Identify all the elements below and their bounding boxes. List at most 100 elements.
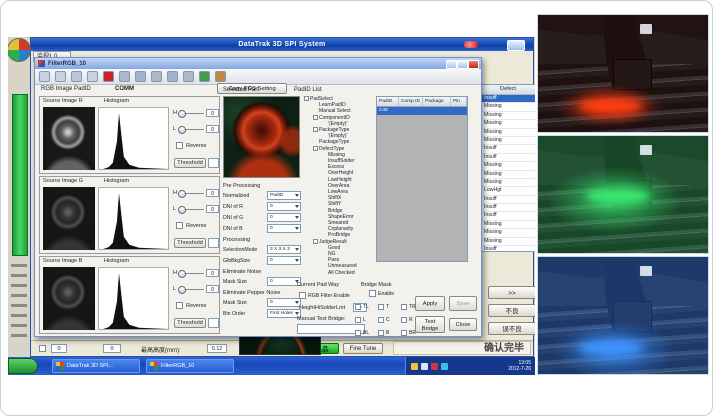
taskbar-item-2[interactable]: FilterRGB_10 [146, 359, 234, 373]
status-field-1[interactable]: 0 [51, 344, 67, 353]
column-header[interactable]: Comp ID [399, 97, 423, 106]
reverse-checkbox[interactable] [176, 302, 183, 309]
apply-button[interactable]: Apply [415, 296, 445, 311]
tree-expander-icon[interactable] [322, 195, 327, 200]
save-icon[interactable] [71, 71, 82, 82]
h-slider-thumb[interactable] [178, 270, 186, 278]
setting-dropdown[interactable]: First Holes [267, 309, 301, 318]
column-header[interactable]: PadID [377, 97, 399, 106]
tree-expander-icon[interactable] [322, 164, 327, 169]
defect-row[interactable]: Missing [481, 129, 535, 137]
setting-dropdown[interactable]: 0 [267, 224, 301, 233]
threshold-button[interactable]: Threshold [174, 318, 206, 328]
volume-icon[interactable] [421, 363, 428, 370]
tree-expander-icon[interactable] [313, 109, 318, 114]
test-bridge-button[interactable]: Test Bridge [415, 316, 445, 333]
bridge-cell-checkbox[interactable] [401, 304, 407, 310]
tree-expander-icon[interactable] [322, 177, 327, 182]
defect-row[interactable]: Missing [481, 171, 535, 179]
bridge-cell-checkbox[interactable] [355, 317, 361, 323]
defect-row[interactable]: Missing [481, 120, 535, 128]
bridge-cell-checkbox[interactable] [401, 317, 407, 323]
forward-button[interactable]: >> [488, 286, 535, 299]
tree-expander-icon[interactable] [322, 233, 327, 238]
tree-expander-icon[interactable] [322, 121, 327, 126]
defect-row[interactable]: Insuff [481, 212, 535, 220]
threshold-value-box[interactable] [208, 318, 219, 328]
camera-icon[interactable] [151, 71, 162, 82]
h-value-box[interactable]: 0 [206, 109, 219, 117]
tree-expander-icon[interactable] [322, 158, 327, 163]
tree-expander-icon[interactable]: - [304, 96, 309, 101]
tree-expander-icon[interactable] [322, 202, 327, 207]
bridge-cell-checkbox[interactable] [401, 330, 407, 336]
tree-expander-icon[interactable] [322, 189, 327, 194]
defect-row[interactable]: Missing [481, 179, 535, 187]
setting-dropdown[interactable]: 0 [267, 213, 301, 222]
setting-dropdown[interactable]: 0 [267, 202, 301, 211]
rgb-filter-checkbox[interactable] [299, 292, 306, 299]
tree-expander-icon[interactable] [322, 270, 327, 275]
setting-dropdown[interactable]: 3 X 3 X 3 [267, 245, 301, 254]
l-slider-thumb[interactable] [178, 126, 186, 134]
tree-expander-icon[interactable]: - [313, 146, 318, 151]
defect-row[interactable]: Missing [481, 221, 535, 229]
bridge-cell-checkbox[interactable] [378, 317, 384, 323]
defect-row[interactable]: Missing [481, 238, 535, 246]
bridge-cell-checkbox[interactable] [355, 304, 361, 310]
tree-expander-icon[interactable] [313, 140, 318, 145]
l-value-box[interactable]: 0 [206, 125, 219, 133]
tree-expander-icon[interactable] [322, 133, 327, 138]
layers-icon[interactable] [167, 71, 178, 82]
column-header[interactable]: Package [423, 97, 451, 106]
tree-expander-icon[interactable] [322, 226, 327, 231]
close-button[interactable]: Close [449, 318, 477, 331]
setting-dropdown[interactable]: 0 [267, 277, 301, 286]
h-value-box[interactable]: 0 [206, 189, 219, 197]
save-button[interactable]: Save [449, 296, 477, 311]
setting-dropdown[interactable]: 0 [267, 298, 301, 307]
tree-expander-icon[interactable] [322, 245, 327, 250]
status-checkbox[interactable] [39, 345, 46, 352]
tree-expander-icon[interactable]: - [313, 127, 318, 132]
print-icon[interactable] [87, 71, 98, 82]
tree-expander-icon[interactable] [322, 214, 327, 219]
network-icon[interactable] [441, 363, 448, 370]
tree-item[interactable]: All Checked [303, 270, 373, 276]
reverse-checkbox[interactable] [176, 222, 183, 229]
record-icon[interactable] [103, 71, 114, 82]
new-icon[interactable] [39, 71, 50, 82]
l-slider-thumb[interactable] [178, 286, 186, 294]
tree-expander-icon[interactable] [322, 264, 327, 269]
setting-dropdown[interactable]: 0 [267, 256, 301, 265]
fine-tune-button[interactable]: Fine Tune [343, 343, 383, 354]
h-value-box[interactable]: 0 [206, 269, 219, 277]
defect-row[interactable]: Insuff [481, 145, 535, 153]
threshold-button[interactable]: Threshold [174, 238, 206, 248]
tree-expander-icon[interactable] [322, 220, 327, 225]
tree-expander-icon[interactable] [322, 152, 327, 157]
reverse-checkbox[interactable] [176, 142, 183, 149]
antivirus-icon[interactable] [431, 363, 438, 370]
language-icon[interactable] [411, 363, 418, 370]
defect-row[interactable]: Insuff [481, 154, 535, 162]
bridge-cell-checkbox[interactable] [355, 330, 361, 336]
threshold-value-box[interactable] [208, 238, 219, 248]
defect-row[interactable]: Insuff [481, 95, 535, 103]
tree-expander-icon[interactable] [313, 102, 318, 107]
restore-button[interactable] [457, 60, 468, 69]
minimize-button[interactable] [446, 60, 457, 69]
setting-dropdown[interactable]: PadID [267, 191, 301, 200]
close-icon[interactable] [468, 60, 479, 69]
defect-row[interactable]: Insuff [481, 204, 535, 212]
bridge-cell-checkbox[interactable] [378, 304, 384, 310]
zoom-icon[interactable] [119, 71, 130, 82]
tree-expander-icon[interactable] [322, 171, 327, 176]
start-button[interactable] [8, 358, 38, 374]
defect-row[interactable]: Missing [481, 229, 535, 237]
defect-row[interactable]: Missing [481, 162, 535, 170]
tree-expander-icon[interactable] [322, 257, 327, 262]
l-value-box[interactable]: 0 [206, 285, 219, 293]
tree-expander-icon[interactable] [322, 208, 327, 213]
bridge-enable-checkbox[interactable] [369, 290, 376, 297]
